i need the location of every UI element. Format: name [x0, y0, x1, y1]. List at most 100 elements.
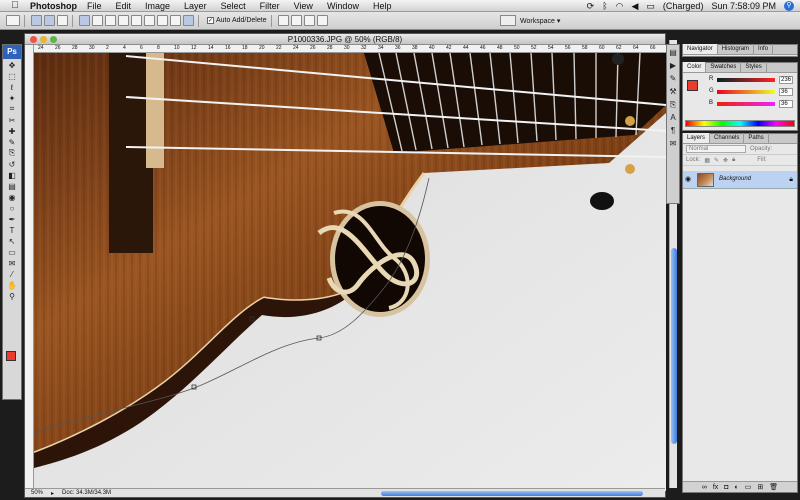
- sync-icon[interactable]: ⟳: [587, 1, 595, 12]
- ellipse-shape-button[interactable]: [131, 15, 142, 26]
- layer-row-background[interactable]: ◉ Background 🔒︎: [683, 171, 797, 189]
- minimize-window-button[interactable]: [40, 36, 47, 43]
- zoom-window-button[interactable]: [50, 36, 57, 43]
- spotlight-icon[interactable]: ⚲: [784, 1, 794, 11]
- tab-navigator[interactable]: Navigator: [683, 44, 718, 54]
- clock[interactable]: Sun 7:58:09 PM: [711, 1, 776, 11]
- menu-image[interactable]: Image: [145, 1, 170, 11]
- fill-pixels-mode-button[interactable]: [57, 15, 68, 26]
- rectangle-shape-button[interactable]: [105, 15, 116, 26]
- tab-paths[interactable]: Paths: [744, 133, 769, 143]
- paragraph-panel-icon[interactable]: ¶: [668, 126, 678, 136]
- add-to-path-button[interactable]: [277, 15, 289, 26]
- horizontal-scrollbar[interactable]: [381, 491, 643, 496]
- history-brush-tool-icon[interactable]: ↺: [5, 159, 19, 169]
- mask-icon[interactable]: ◘: [724, 484, 728, 491]
- close-window-button[interactable]: [30, 36, 37, 43]
- line-shape-button[interactable]: [157, 15, 168, 26]
- path-select-tool-icon[interactable]: ↖: [5, 236, 19, 246]
- adjustment-icon[interactable]: ◐: [735, 484, 739, 491]
- zoom-level[interactable]: 50%: [31, 490, 43, 496]
- shape-tool-icon[interactable]: ▭: [5, 247, 19, 257]
- eyedropper-tool-icon[interactable]: ⁄: [5, 269, 19, 279]
- tab-swatches[interactable]: Swatches: [706, 62, 742, 72]
- new-layer-icon[interactable]: ⊞: [757, 483, 763, 491]
- shape-layers-mode-button[interactable]: [31, 15, 42, 26]
- pen-tool-icon[interactable]: ✒: [5, 214, 19, 224]
- menu-window[interactable]: Window: [327, 1, 359, 11]
- crop-tool-icon[interactable]: ⌗: [5, 104, 19, 114]
- menu-edit[interactable]: Edit: [116, 1, 132, 11]
- blur-tool-icon[interactable]: ◉: [5, 192, 19, 202]
- history-panel-icon[interactable]: ▤: [668, 48, 678, 58]
- marquee-tool-icon[interactable]: ⬚: [5, 71, 19, 81]
- eye-icon[interactable]: ◉: [685, 176, 693, 184]
- green-slider[interactable]: [717, 90, 775, 94]
- menu-layer[interactable]: Layer: [184, 1, 207, 11]
- hand-tool-icon[interactable]: ✋: [5, 280, 19, 290]
- freeform-pen-button[interactable]: [92, 15, 103, 26]
- app-menu[interactable]: Photoshop: [30, 1, 77, 11]
- palette-well-icon[interactable]: [500, 15, 516, 26]
- exclude-path-button[interactable]: [316, 15, 328, 26]
- brush-tool-icon[interactable]: ✎: [5, 137, 19, 147]
- horizontal-ruler[interactable]: 24 26 28 30 2 4 6 8 10 12 14 16 18 20 22 24 26 28 30 32 34 36…: [34, 45, 666, 53]
- brushes-panel-icon[interactable]: ✎: [668, 74, 678, 84]
- blend-mode-select[interactable]: Normal: [686, 145, 746, 153]
- link-icon[interactable]: ∞: [702, 484, 707, 491]
- rounded-rect-shape-button[interactable]: [118, 15, 129, 26]
- tab-histogram[interactable]: Histogram: [718, 44, 755, 54]
- scrollbar-thumb[interactable]: [671, 248, 677, 444]
- vertical-ruler[interactable]: [25, 45, 34, 488]
- subtract-path-button[interactable]: [290, 15, 302, 26]
- volume-icon[interactable]: ◀: [631, 1, 638, 12]
- doc-size[interactable]: Doc: 34.3M/34.3M: [62, 490, 111, 496]
- gradient-tool-icon[interactable]: ▤: [5, 181, 19, 191]
- lock-all-icon[interactable]: 🔒︎: [732, 157, 735, 164]
- lock-paint-icon[interactable]: ✎: [714, 157, 719, 164]
- eraser-tool-icon[interactable]: ◧: [5, 170, 19, 180]
- zoom-tool-icon[interactable]: ⚲: [5, 291, 19, 301]
- type-tool-icon[interactable]: T: [5, 225, 19, 235]
- workspace-label[interactable]: Workspace ▾: [520, 17, 560, 25]
- menu-view[interactable]: View: [294, 1, 313, 11]
- status-menu-icon[interactable]: ▸: [51, 490, 54, 497]
- tab-styles[interactable]: Styles: [741, 62, 767, 72]
- menu-file[interactable]: File: [87, 1, 102, 11]
- menu-filter[interactable]: Filter: [260, 1, 280, 11]
- tab-layers[interactable]: Layers: [683, 133, 711, 143]
- document-title-bar[interactable]: P1000336.JPG @ 50% (RGB/8): [25, 34, 665, 45]
- blue-value[interactable]: 36: [779, 100, 793, 108]
- auto-add-delete-checkbox[interactable]: ✓: [207, 17, 214, 24]
- red-value[interactable]: 236: [779, 76, 793, 84]
- dodge-tool-icon[interactable]: ○: [5, 203, 19, 213]
- workspace-menu[interactable]: Workspace ▾: [500, 15, 560, 26]
- fx-icon[interactable]: fx: [713, 484, 718, 491]
- folder-icon[interactable]: ▭: [745, 483, 752, 491]
- slice-tool-icon[interactable]: ✂: [5, 115, 19, 125]
- blue-slider[interactable]: [717, 102, 775, 106]
- lasso-tool-icon[interactable]: ℓ: [5, 82, 19, 92]
- move-tool-icon[interactable]: ✥: [5, 60, 19, 70]
- clone-source-icon[interactable]: ⎘: [668, 100, 678, 110]
- character-panel-icon[interactable]: A: [668, 113, 678, 123]
- lock-transparency-icon[interactable]: ▦: [704, 157, 710, 164]
- lock-move-icon[interactable]: ✥: [723, 157, 728, 164]
- foreground-color-swatch[interactable]: [6, 351, 16, 361]
- actions-panel-icon[interactable]: ▶: [668, 61, 678, 71]
- tab-info[interactable]: Info: [754, 44, 774, 54]
- tool-presets-icon[interactable]: ⚒: [668, 87, 678, 97]
- green-value[interactable]: 36: [779, 88, 793, 96]
- color-foreground-swatch[interactable]: [687, 80, 698, 91]
- custom-shape-button[interactable]: [170, 15, 181, 26]
- pen-tool-preset-icon[interactable]: [6, 15, 20, 26]
- menu-select[interactable]: Select: [221, 1, 246, 11]
- red-slider[interactable]: [717, 78, 775, 82]
- polygon-shape-button[interactable]: [144, 15, 155, 26]
- pen-button[interactable]: [79, 15, 90, 26]
- paths-mode-button[interactable]: [44, 15, 55, 26]
- tab-color[interactable]: Color: [683, 62, 707, 72]
- menu-help[interactable]: Help: [373, 1, 392, 11]
- trash-icon[interactable]: 🗑︎: [769, 483, 778, 491]
- apple-menu-icon[interactable]: : [8, 0, 22, 11]
